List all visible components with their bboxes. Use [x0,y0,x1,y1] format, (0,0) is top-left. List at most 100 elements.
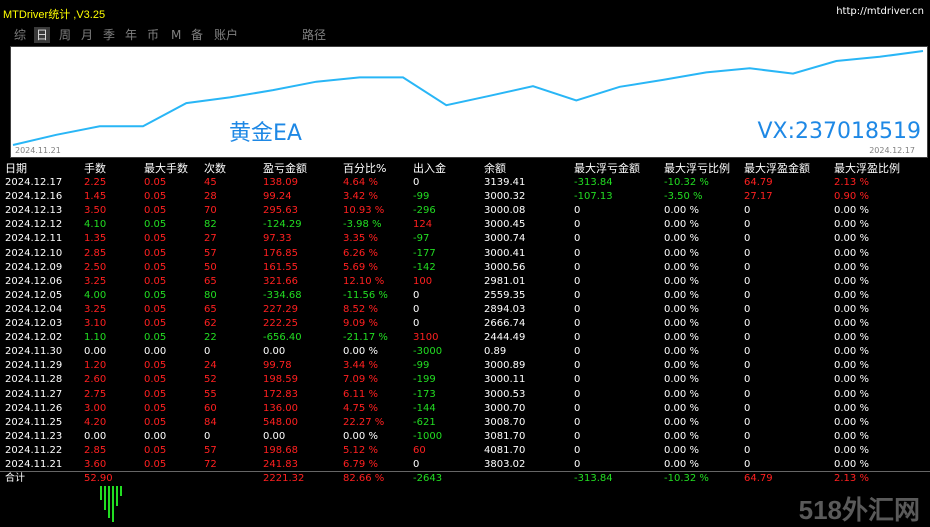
table-cell: 0.05 [144,261,167,273]
table-cell: 0.00 % [834,289,869,301]
table-cell: 0 [574,205,581,217]
tab-note[interactable]: 备 [189,27,205,43]
table-cell: 2.85 [84,444,107,456]
table-cell: 548.00 [263,416,298,428]
table-cell: 0 [574,233,581,245]
table-cell: 0 [574,303,581,315]
mini-histogram [100,486,122,522]
table-cell: 0.05 [144,191,167,203]
table-cell: 80 [204,289,217,301]
table-cell: 172.83 [263,388,298,400]
table-cell: 10.93 % [343,205,385,217]
table-cell: 2024.11.21 [5,459,63,470]
table-cell: 1.45 [84,191,107,203]
chart-date-end: 2024.12.17 [869,146,915,155]
table-cell: 2024.12.09 [5,261,63,273]
table-cell: 0.00 % [664,205,699,217]
total-cell: 合计 [5,473,25,484]
table-cell: 3000.70 [484,402,526,414]
table-cell: 3000.41 [484,247,526,259]
table-cell: 84 [204,416,217,428]
table-cell: 24 [204,360,217,372]
col-header: 手数 [84,162,106,175]
table-cell: 70 [204,205,217,217]
table-cell: -1000 [413,430,443,442]
tab-currency[interactable]: 币 [145,27,161,43]
table-cell: 0.00 % [664,360,699,372]
table-cell: 3008.70 [484,416,526,428]
tab-quarter[interactable]: 季 [101,27,117,43]
table-cell: 0.05 [144,374,167,386]
table-cell: 0.00 % [834,416,869,428]
tab-year[interactable]: 年 [123,27,139,43]
table-cell: 0.05 [144,360,167,372]
table-row: 2024.12.03 3.10 0.05 62 222.25 9.09 % 0 2666.74… [0,317,930,331]
table-cell: 0 [574,289,581,301]
table-cell: -621 [413,416,436,428]
table-cell: 241.83 [263,459,298,470]
tab-month[interactable]: 月 [79,27,95,43]
table-cell: 0.00 % [664,233,699,245]
tab-summary[interactable]: 综 [12,27,28,43]
table-cell: 0 [744,233,751,245]
table-cell: 50 [204,261,217,273]
table-cell: 2024.11.29 [5,360,63,372]
table-cell: -11.56 % [343,289,388,301]
table-cell: 57 [204,444,217,456]
table-cell: 2559.35 [484,289,526,301]
table-cell: 0 [744,346,751,358]
totals-row: 合计 52.90 2221.32 82.66 % -2643 -313.84 -10.32 … [0,471,930,486]
table-cell: 4081.70 [484,444,526,456]
tab-m[interactable]: M [169,27,183,43]
table-cell: 3000.32 [484,191,526,203]
tab-day[interactable]: 日 [34,27,51,43]
table-cell: 3.35 % [343,233,378,245]
table-cell: 3.50 [84,205,107,217]
table-cell: 57 [204,247,217,259]
tab-path[interactable]: 路径 [300,27,328,43]
table-cell: 2444.49 [484,332,526,344]
table-cell: 52 [204,374,217,386]
table-cell: 0.00 % [834,459,869,470]
col-header: 最大浮亏金额 [574,162,640,175]
table-cell: 2024.11.27 [5,388,63,400]
table-cell: 0 [574,416,581,428]
table-cell: -296 [413,205,436,217]
table-cell: 4.75 % [343,402,378,414]
table-cell: -177 [413,247,436,259]
table-cell: 0 [744,332,751,344]
table-cell: 99.24 [263,191,292,203]
table-cell: -173 [413,388,436,400]
table-cell: 124 [413,219,433,231]
table-cell: 0.00 % [834,332,869,344]
table-cell: 0.00 % [664,261,699,273]
table-cell: -199 [413,374,436,386]
table-cell: 0.05 [144,303,167,315]
table-header: 日期 手数 最大手数 次数 盈亏金额 百分比% 出入金 余额 最大浮亏金额 最大… [0,162,930,176]
table-cell: 2.85 [84,247,107,259]
table-cell: 0 [744,289,751,301]
col-header: 最大浮盈比例 [834,162,900,175]
total-cell: 52.90 [84,473,113,484]
table-cell: 2024.12.12 [5,219,63,231]
table-cell: 0.00 % [834,346,869,358]
table-cell: 222.25 [263,318,298,329]
table-cell: 0.00 % [834,205,869,217]
total-cell: 2221.32 [263,473,305,484]
table-cell: 3.42 % [343,191,378,203]
website-link[interactable]: http://mtdriver.cn [836,6,924,17]
table-cell: 4.64 % [343,177,378,188]
tab-account[interactable]: 账户 [212,27,240,43]
table-cell: 0 [204,346,211,358]
table-cell: 3081.70 [484,430,526,442]
table-cell: 3139.41 [484,177,526,188]
tab-week[interactable]: 周 [57,27,73,43]
table-cell: 2024.11.22 [5,444,63,456]
table-cell: 0.05 [144,332,167,344]
table-cell: 2024.12.13 [5,205,63,217]
table-cell: 2024.12.06 [5,275,63,287]
table-cell: 2024.12.17 [5,177,63,188]
table-cell: 12.10 % [343,275,385,287]
table-cell: 0.00 % [834,402,869,414]
table-cell: 0 [744,402,751,414]
